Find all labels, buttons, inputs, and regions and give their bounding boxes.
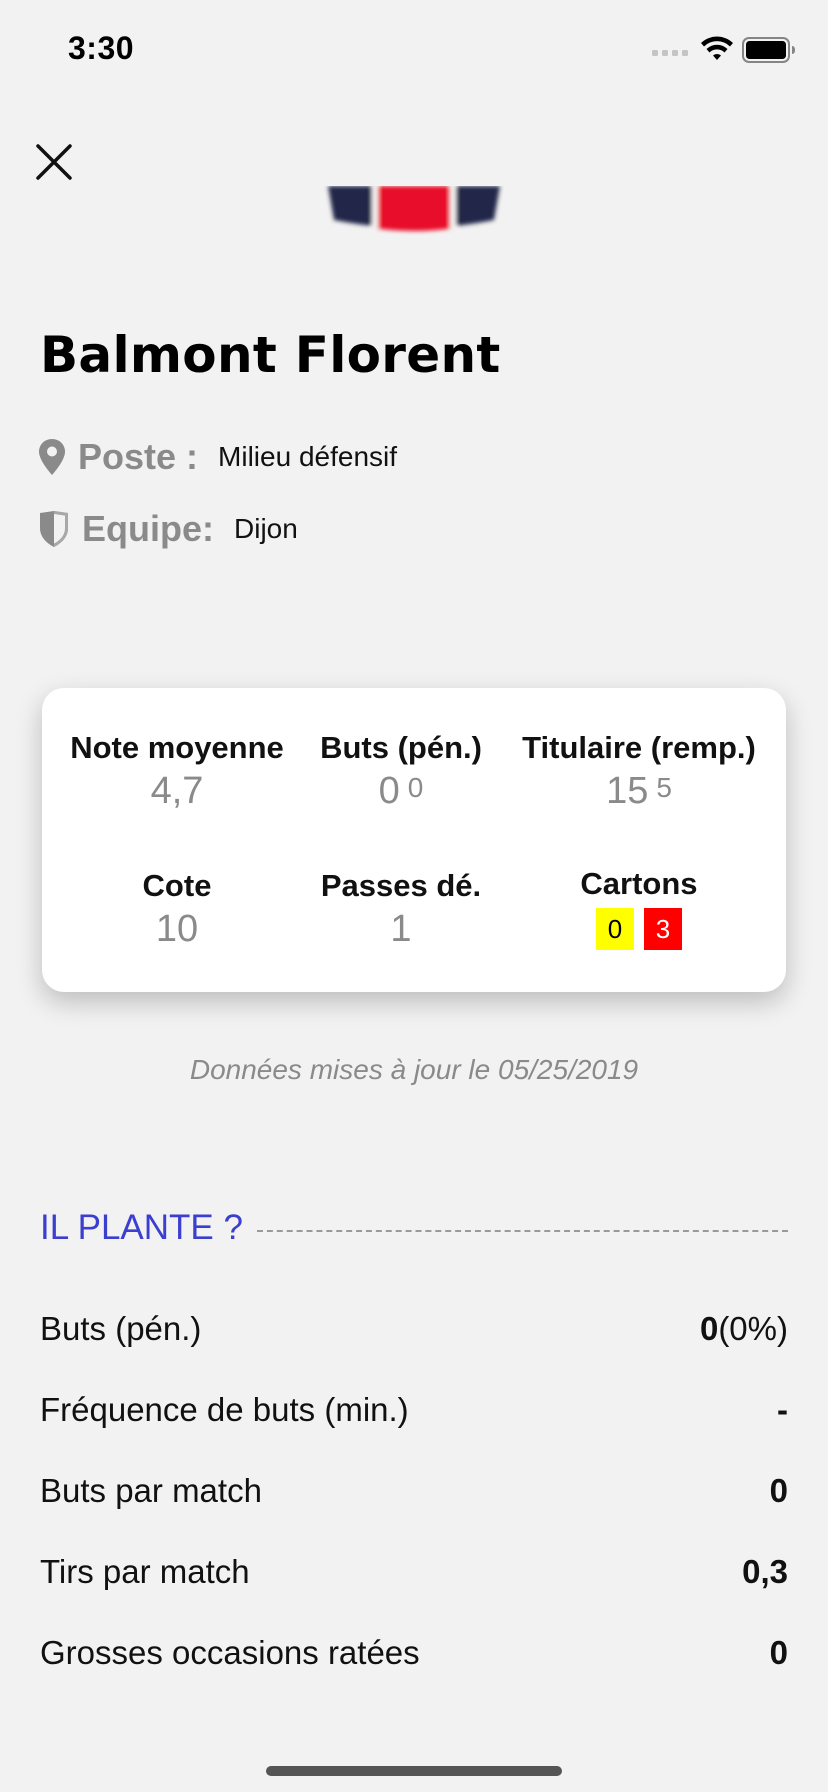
shield-icon bbox=[40, 511, 68, 547]
row-value-main: 0,3 bbox=[742, 1552, 788, 1590]
stat-cartons: Cartons 0 3 bbox=[509, 866, 769, 950]
stat-main-value: 15 bbox=[606, 770, 649, 812]
team-row: Equipe: Dijon bbox=[38, 508, 298, 550]
stat-titulaire: Titulaire (remp.) 15 5 bbox=[509, 730, 769, 813]
cellular-signal-icon bbox=[652, 50, 688, 56]
row-value-main: 0 bbox=[769, 1471, 788, 1509]
stat-passes: Passes dé. 1 bbox=[271, 868, 531, 951]
wifi-icon bbox=[701, 36, 733, 60]
stat-value: 00 bbox=[271, 770, 531, 813]
stat-sub-value: 0 bbox=[407, 772, 424, 803]
team-label: Equipe: bbox=[82, 508, 214, 549]
stat-value: 15 5 bbox=[509, 770, 769, 813]
row-value: 0(0%) bbox=[700, 1310, 788, 1348]
red-card-count: 3 bbox=[644, 908, 682, 950]
stats-card: Note moyenne 4,7 Buts (pén.) 00 Titulair… bbox=[42, 688, 786, 992]
section-header: IL PLANTE ? bbox=[40, 1208, 788, 1248]
stat-title: Note moyenne bbox=[70, 730, 284, 765]
stat-list: Buts (pén.) 0(0%) Fréquence de buts (min… bbox=[40, 1288, 788, 1693]
stat-title: Cartons bbox=[580, 866, 698, 901]
section-divider bbox=[256, 1230, 788, 1232]
stat-value: 10 bbox=[155, 908, 199, 950]
section-title: IL PLANTE ? bbox=[40, 1208, 243, 1247]
row-label: Buts par match bbox=[40, 1471, 262, 1509]
row-value-main: 0 bbox=[699, 1309, 719, 1347]
close-icon bbox=[36, 144, 72, 180]
data-update-note: Données mises à jour le 05/25/2019 bbox=[189, 1054, 639, 1085]
row-value: 0 bbox=[770, 1634, 788, 1672]
list-item: Fréquence de buts (min.) - bbox=[40, 1369, 788, 1450]
list-item: Tirs par match 0,3 bbox=[40, 1531, 788, 1612]
row-value-main: - bbox=[777, 1390, 788, 1428]
list-item: Buts (pén.) 0(0%) bbox=[40, 1288, 788, 1369]
row-label: Buts (pén.) bbox=[40, 1309, 202, 1347]
close-button[interactable] bbox=[32, 140, 76, 184]
stat-cote: Cote 10 bbox=[47, 868, 307, 951]
location-pin-icon bbox=[39, 439, 65, 475]
cards-row: 0 3 bbox=[509, 908, 769, 950]
stat-note-moyenne: Note moyenne 4,7 bbox=[47, 730, 307, 813]
row-label: Tirs par match bbox=[40, 1552, 250, 1590]
stat-value: 1 bbox=[390, 908, 412, 950]
status-bar: 3:30 bbox=[0, 0, 828, 100]
status-time: 3:30 bbox=[68, 30, 135, 66]
yellow-card-count: 0 bbox=[596, 908, 634, 950]
stat-value: 4,7 bbox=[150, 770, 204, 812]
row-value-suffix: (0%) bbox=[718, 1309, 788, 1347]
stat-buts: Buts (pén.) 00 bbox=[271, 730, 531, 813]
stat-title: Passes dé. bbox=[320, 868, 482, 903]
row-value: 0,3 bbox=[742, 1553, 788, 1591]
position-row: Poste : Milieu défensif bbox=[38, 436, 397, 478]
list-item: Buts par match 0 bbox=[40, 1450, 788, 1531]
row-label: Fréquence de buts (min.) bbox=[40, 1390, 409, 1428]
stat-title: Titulaire (remp.) bbox=[522, 730, 756, 765]
stat-main-value: 0 bbox=[378, 770, 400, 812]
stat-title: Buts (pén.) bbox=[320, 730, 482, 765]
team-jersey-image bbox=[328, 186, 500, 231]
position-label: Poste : bbox=[78, 436, 199, 477]
home-indicator[interactable] bbox=[266, 1766, 562, 1776]
team-value: Dijon bbox=[234, 513, 298, 544]
stat-sub-value: 5 bbox=[656, 772, 672, 803]
list-item: Grosses occasions ratées 0 bbox=[40, 1612, 788, 1693]
stat-title: Cote bbox=[142, 868, 212, 903]
row-label: Grosses occasions ratées bbox=[40, 1633, 420, 1671]
battery-icon bbox=[742, 37, 795, 63]
position-value: Milieu défensif bbox=[218, 441, 398, 472]
row-value: 0 bbox=[770, 1472, 788, 1510]
row-value-main: 0 bbox=[769, 1633, 788, 1671]
player-name: Balmont Florent bbox=[40, 326, 501, 384]
row-value: - bbox=[777, 1391, 788, 1429]
